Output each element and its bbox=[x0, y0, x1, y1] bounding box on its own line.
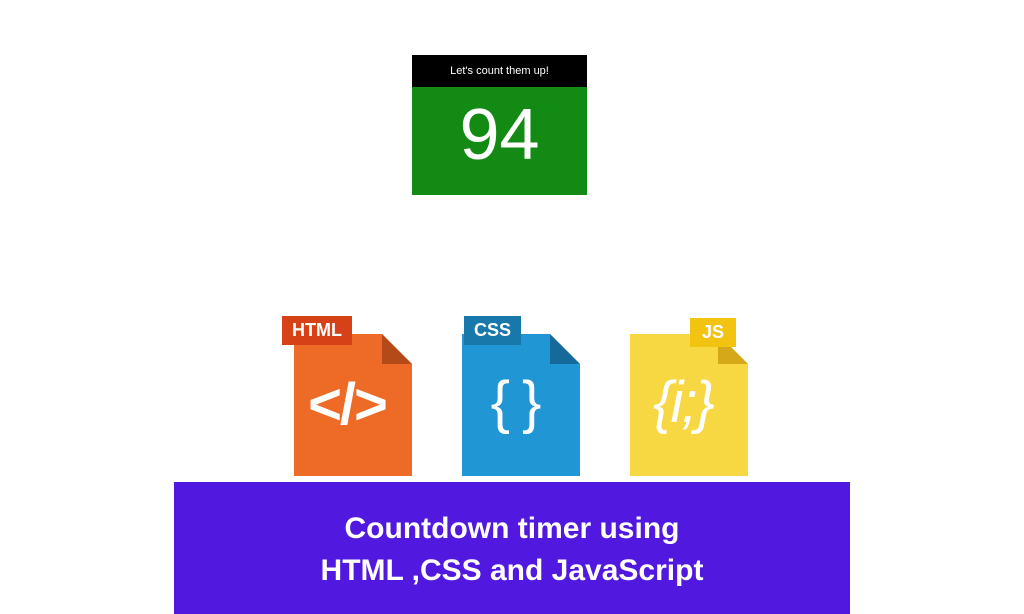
html-file-icon: HTML </> bbox=[282, 316, 412, 476]
banner-line-1: Countdown timer using bbox=[214, 508, 810, 550]
js-file-icon: JS {i;} bbox=[618, 316, 748, 476]
js-symbol: {i;} bbox=[618, 374, 748, 432]
css-symbol: { } bbox=[450, 374, 580, 432]
counter-widget: Let's count them up! 94 bbox=[412, 55, 587, 195]
js-badge: JS bbox=[690, 318, 736, 347]
file-icons-row: HTML </> CSS { } JS {i;} bbox=[282, 316, 748, 476]
html-badge: HTML bbox=[282, 316, 352, 345]
css-file-icon: CSS { } bbox=[450, 316, 580, 476]
title-banner: Countdown timer using HTML ,CSS and Java… bbox=[174, 482, 850, 614]
css-badge: CSS bbox=[464, 316, 521, 345]
counter-title: Let's count them up! bbox=[412, 55, 587, 87]
counter-value: 94 bbox=[412, 87, 587, 195]
html-symbol: </> bbox=[282, 376, 412, 434]
banner-line-2: HTML ,CSS and JavaScript bbox=[214, 550, 810, 592]
